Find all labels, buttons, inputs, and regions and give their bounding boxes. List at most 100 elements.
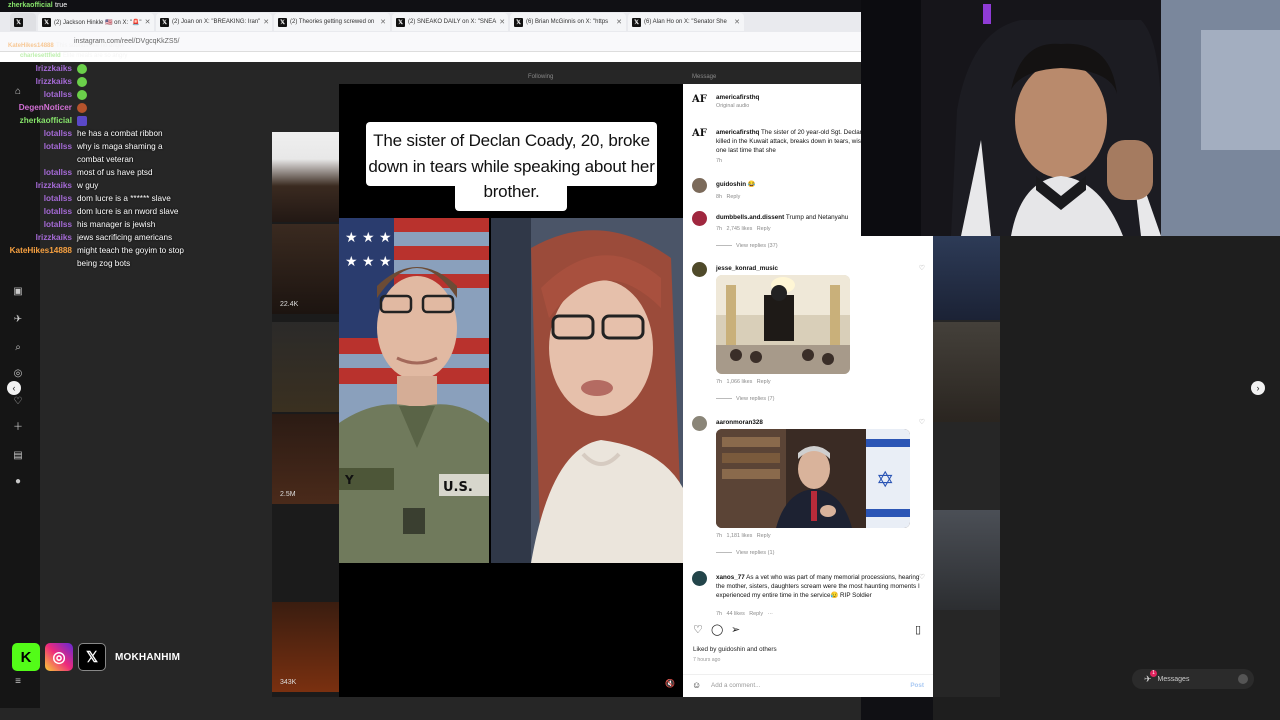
explore-icon[interactable]: ◎ [12,368,24,380]
comment-meta: 7h 1,066 likes Reply [716,379,771,385]
add-comment-input[interactable]: Add a comment... [711,682,760,689]
instagram-logo-icon: ◎ [45,643,73,671]
thumbnail[interactable] [933,236,1000,320]
reply-button[interactable]: Reply [749,611,763,617]
close-icon[interactable]: ✕ [616,18,622,26]
like-count: 1,066 likes [726,379,753,385]
chat-message: zherkaofficial true [8,0,67,9]
comment-meta: 7h 1,181 likes Reply [716,533,771,539]
sister-photo [491,218,683,563]
comment-username[interactable]: jesse_konrad_music [716,265,778,272]
chat-text: might teach the goyim to stop being zog … [77,246,184,268]
audio-label[interactable]: Original audio [716,103,749,109]
chat-username: lotallss [43,220,72,229]
mute-icon[interactable]: 🔇 [665,679,675,689]
chat-text [77,114,177,127]
tab-3[interactable]: 𝕏 (2) SNEAKO DAILY on X: "SNEA ✕ [392,13,508,31]
notifications-icon[interactable]: ♡ [12,396,24,408]
kick-logo-icon: K [12,643,40,671]
avatar[interactable] [692,211,707,226]
thumbnail[interactable]: 2.5M [272,414,340,504]
comment-time: 7h [716,379,722,385]
previous-arrow-icon[interactable]: ‹ [7,381,21,395]
following-tab[interactable]: Following [528,74,553,80]
emote-icon [77,89,87,100]
chat-text [77,62,177,75]
nameplate-left: Y [344,473,354,487]
create-icon[interactable]: ＋ [12,422,24,434]
dashboard-icon[interactable]: ▤ [12,450,24,462]
avatar[interactable] [692,416,707,431]
chat-username: lrizzkaiks [35,64,72,73]
view-count: 2.5M [280,491,296,498]
webcam-feed [861,0,1280,236]
chat-username: DegenNoticer [18,103,72,112]
thumbnail[interactable] [272,132,340,222]
more-icon[interactable]: ≡ [12,676,24,688]
close-icon[interactable]: ✕ [734,18,740,26]
chat-username: lrizzkaiks [35,77,72,86]
view-replies-button[interactable]: View replies (1) [716,550,774,556]
comment-username[interactable]: americafirsthq [716,129,759,136]
account-avatar[interactable]: AF [692,94,707,105]
comment-image[interactable]: ✡ [716,429,910,528]
chat-message: DegenNoticer [0,101,197,114]
thumbnail[interactable]: 343K [272,602,340,692]
heart-icon[interactable]: ♡ [919,264,925,272]
chat-text: true [55,2,68,9]
x-logo-icon: 𝕏 [514,17,523,27]
tab-5[interactable]: 𝕏 (6) Alan Ho on X: "Senator She ✕ [628,13,744,31]
thumbnail[interactable] [933,322,1000,422]
emoji-icon[interactable]: ☺ [692,680,701,690]
chat-username: lotallss [43,90,72,99]
messages-icon[interactable]: ✈ [12,314,24,326]
chat-message: lrizzkaiks jews sacrificing americans [0,231,197,244]
account-avatar[interactable]: AF [692,128,707,139]
heart-icon[interactable]: ♡ [919,418,925,426]
message-tab[interactable]: Message [692,74,716,80]
close-icon[interactable]: ✕ [380,18,386,26]
close-icon[interactable]: ✕ [499,18,505,26]
reply-button[interactable]: Reply [757,533,771,539]
search-icon[interactable]: ⌕ [12,342,24,354]
chat-text: dom lucre is an nword slave [77,207,179,216]
chat-message: lotallss why is maga shaming a combat vet… [0,140,197,166]
reply-button[interactable]: Reply [757,226,771,232]
thumbnail[interactable] [933,510,1000,610]
liked-by[interactable]: Liked by guidoshin and others [693,646,777,653]
avatar[interactable] [692,178,707,193]
tab-2[interactable]: 𝕏 (2) Theories getting screwed on ✕ [274,13,390,31]
comment-image[interactable] [716,275,850,374]
reply-button[interactable]: Reply [727,194,741,200]
tab-4[interactable]: 𝕏 (6) Brian McGinnis on X: "https ✕ [510,13,626,31]
like-count: 1,181 likes [726,533,753,539]
view-replies-button[interactable]: View replies (37) [716,243,778,249]
right-thumbnails [933,236,1000,697]
next-arrow-icon[interactable]: › [1251,381,1265,395]
more-options-icon[interactable]: ··· [768,611,773,617]
avatar[interactable] [692,262,707,277]
x-logo-icon: 𝕏 [278,17,287,27]
like-icon[interactable]: ♡ [693,624,705,636]
comment-time: 7h [716,226,722,232]
thumbnail[interactable] [272,322,340,412]
comment-username[interactable]: dumbbells.and.dissent [716,214,784,221]
comment-icon[interactable]: ◯ [711,624,723,636]
comment-username[interactable]: guidoshin [716,181,746,188]
post-username[interactable]: americafirsthq [716,94,759,101]
comment-username[interactable]: xanos_77 [716,574,745,581]
chat-message: KateHikes14888 This sounds like no anger [8,40,124,49]
share-icon[interactable]: ➢ [731,624,743,636]
reply-button[interactable]: Reply [757,379,771,385]
avatar[interactable] [692,571,707,586]
comment-time: 7h [716,158,722,164]
thumbnail[interactable]: 22.4K [272,224,340,314]
post-button[interactable]: Post [910,682,924,689]
save-icon[interactable]: ▯ [915,624,927,636]
comment-time: 7h [716,533,722,539]
comment-username[interactable]: aaronmoran328 [716,419,763,426]
view-replies-button[interactable]: View replies (7) [716,396,774,402]
comment-text: Trump and Netanyahu [785,214,849,221]
messages-button[interactable]: ✈ 1 Messages [1132,669,1254,689]
profile-icon[interactable]: ● [12,476,24,488]
